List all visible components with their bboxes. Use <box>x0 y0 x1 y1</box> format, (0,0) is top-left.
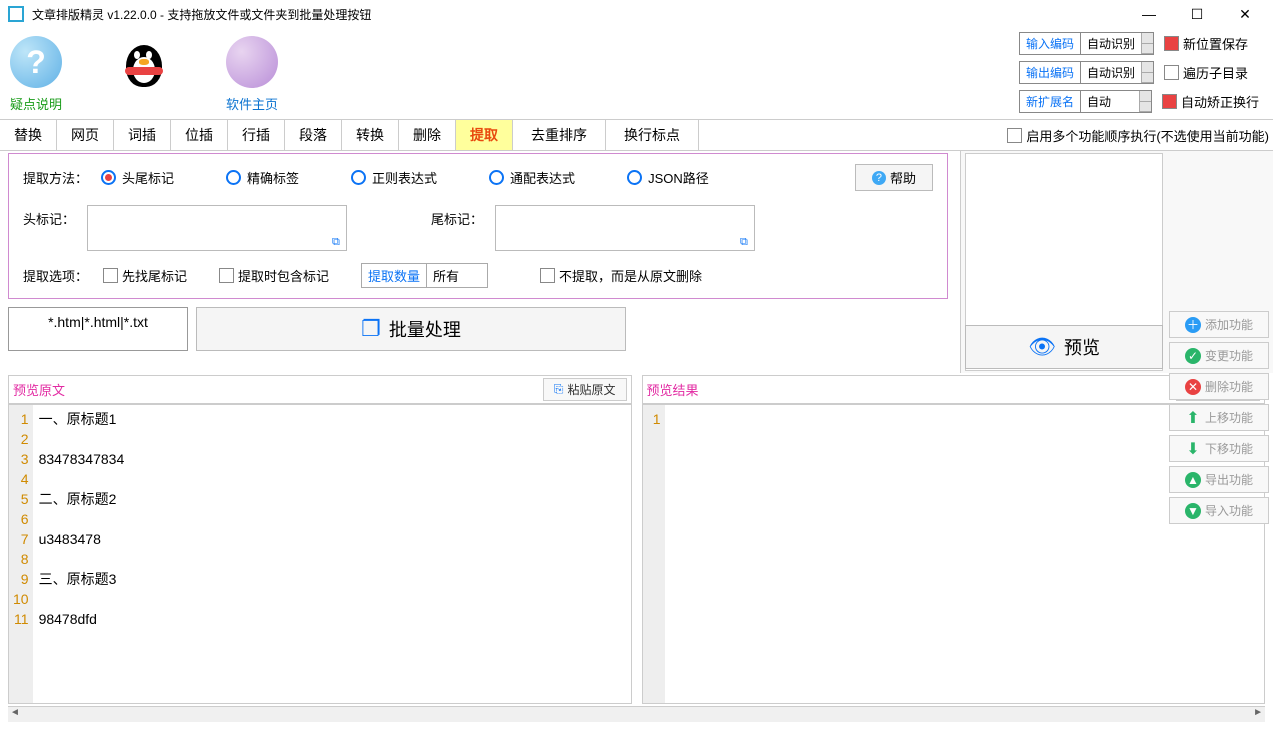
question-icon: ? <box>872 171 886 185</box>
check-icon: ✓ <box>1185 348 1201 364</box>
include-mark-check[interactable]: 提取时包含标记 <box>219 266 329 285</box>
home-label: 软件主页 <box>226 94 278 113</box>
tab-linebreak[interactable]: 换行标点 <box>606 120 699 150</box>
new-ext-select[interactable]: 新扩展名 自动 <box>1019 90 1152 113</box>
input-encoding-select[interactable]: 输入编码 自动识别 <box>1019 32 1154 55</box>
export-func-button[interactable]: ▲导出功能 <box>1169 466 1269 493</box>
tab-web[interactable]: 网页 <box>57 120 114 150</box>
upload-icon: ▲ <box>1185 472 1201 488</box>
expand-icon: ⧉ <box>332 236 344 248</box>
start-mark-label: 头标记： <box>23 205 75 228</box>
tab-extract[interactable]: 提取 <box>456 120 513 150</box>
horizontal-scrollbar[interactable] <box>8 706 1265 722</box>
tab-lineins[interactable]: 行插 <box>228 120 285 150</box>
start-mark-input[interactable]: ⧉ <box>87 205 347 251</box>
tab-posins[interactable]: 位插 <box>171 120 228 150</box>
method-glob[interactable]: 通配表达式 <box>489 168 575 187</box>
chevron-down-icon <box>1141 62 1153 83</box>
title-bar: 文章排版精灵 v1.22.0.0 - 支持拖放文件或文件夹到批量处理按钮 — ☐… <box>0 0 1273 28</box>
tab-replace[interactable]: 替换 <box>0 120 57 150</box>
checkbox-icon <box>1164 36 1179 51</box>
tab-bar: 替换 网页 词插 位插 行插 段落 转换 删除 提取 去重排序 换行标点 启用多… <box>0 119 1273 151</box>
source-editor[interactable]: 1234567891011 一、原标题1 83478347834 二、原标题2 … <box>8 404 632 704</box>
arrow-down-icon: ⬇ <box>1185 441 1201 457</box>
maximize-button[interactable]: ☐ <box>1183 6 1211 23</box>
method-label: 提取方法： <box>23 168 91 187</box>
tab-dedupe[interactable]: 去重排序 <box>513 120 606 150</box>
expand-icon: ⧉ <box>740 236 752 248</box>
minimize-button[interactable]: — <box>1135 6 1163 23</box>
help-item[interactable]: ? 疑点说明 <box>10 36 62 113</box>
plus-icon: ＋ <box>1185 317 1201 333</box>
method-headtail[interactable]: 头尾标记 <box>101 168 174 187</box>
window-title: 文章排版精灵 v1.22.0.0 - 支持拖放文件或文件夹到批量处理按钮 <box>32 6 1135 23</box>
method-regex[interactable]: 正则表达式 <box>351 168 437 187</box>
new-position-save-check[interactable]: 新位置保存 <box>1164 34 1248 53</box>
eye-icon: 👁 <box>1028 334 1056 360</box>
up-func-button[interactable]: ⬆上移功能 <box>1169 404 1269 431</box>
output-encoding-select[interactable]: 输出编码 自动识别 <box>1019 61 1154 84</box>
multi-exec-check[interactable]: 启用多个功能顺序执行(不选使用当前功能) <box>1007 126 1269 145</box>
paste-source-button[interactable]: ⎘粘贴原文 <box>543 378 627 401</box>
extract-panel: 提取方法： 头尾标记 精确标签 正则表达式 通配表达式 JSON路径 ?帮助 头… <box>8 153 948 299</box>
download-icon: ▼ <box>1185 503 1201 519</box>
tab-para[interactable]: 段落 <box>285 120 342 150</box>
tab-delete[interactable]: 删除 <box>399 120 456 150</box>
method-tag[interactable]: 精确标签 <box>226 168 299 187</box>
app-icon <box>8 6 24 22</box>
add-func-button[interactable]: ＋添加功能 <box>1169 311 1269 338</box>
preview-button[interactable]: 👁预览 <box>965 325 1163 369</box>
paste-icon: ⎘ <box>554 382 564 397</box>
options-label: 提取选项： <box>23 266 91 285</box>
end-mark-input[interactable]: ⧉ <box>495 205 755 251</box>
question-icon: ? <box>10 36 62 88</box>
batch-process-button[interactable]: ❐批量处理 <box>196 307 626 351</box>
extract-count-select[interactable]: 提取数量 所有 <box>361 263 488 288</box>
recurse-subdir-check[interactable]: 遍历子目录 <box>1164 63 1248 82</box>
chevron-down-icon <box>1141 33 1153 54</box>
checkbox-icon <box>1164 65 1179 80</box>
method-json[interactable]: JSON路径 <box>627 168 709 187</box>
tab-convert[interactable]: 转换 <box>342 120 399 150</box>
preview-result-title: 预览结果 <box>647 380 699 399</box>
end-mark-label: 尾标记： <box>431 205 483 228</box>
help-label: 疑点说明 <box>10 94 62 113</box>
close-button[interactable]: ✕ <box>1231 6 1259 23</box>
delete-func-button[interactable]: ✕删除功能 <box>1169 373 1269 400</box>
preview-source-title: 预览原文 <box>13 380 65 399</box>
change-func-button[interactable]: ✓变更功能 <box>1169 342 1269 369</box>
delete-instead-check[interactable]: 不提取，而是从原文删除 <box>540 266 702 285</box>
down-func-button[interactable]: ⬇下移功能 <box>1169 435 1269 462</box>
tab-wordins[interactable]: 词插 <box>114 120 171 150</box>
find-end-first-check[interactable]: 先找尾标记 <box>103 266 187 285</box>
home-item[interactable]: 软件主页 <box>226 36 278 113</box>
x-icon: ✕ <box>1185 379 1201 395</box>
copy-icon: ❐ <box>361 316 381 342</box>
import-func-button[interactable]: ▼导入功能 <box>1169 497 1269 524</box>
checkbox-icon <box>1007 128 1022 143</box>
arrow-up-icon: ⬆ <box>1185 410 1201 426</box>
globe-icon <box>226 36 278 88</box>
qq-item[interactable] <box>118 40 170 113</box>
chevron-down-icon <box>1139 91 1151 112</box>
file-filter-input[interactable]: *.htm|*.html|*.txt <box>8 307 188 351</box>
auto-wrap-check[interactable]: 自动矫正换行 <box>1162 92 1259 111</box>
help-button[interactable]: ?帮助 <box>855 164 933 191</box>
checkbox-icon <box>1162 94 1177 109</box>
qq-icon <box>118 40 170 92</box>
